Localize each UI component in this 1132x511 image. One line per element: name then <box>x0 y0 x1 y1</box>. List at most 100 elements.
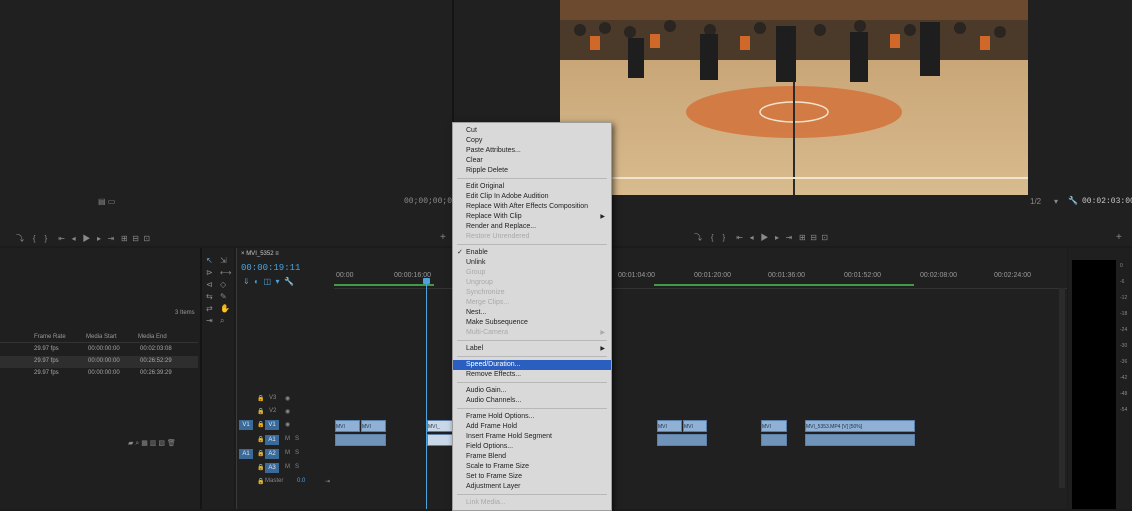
menu-item-label[interactable]: Label ▶ <box>453 344 611 354</box>
menu-item-clear[interactable]: Clear <box>453 156 611 166</box>
track-forward-tool-icon[interactable]: ⇥ <box>206 316 213 325</box>
step-back-icon[interactable]: ◂ <box>750 233 754 242</box>
menu-item-enable[interactable]: ✓ Enable <box>453 248 611 258</box>
menu-item-audio-channels[interactable]: Audio Channels... <box>453 396 611 406</box>
menu-item-render-and-replace[interactable]: Render and Replace... <box>453 222 611 232</box>
menu-item-make-subsequence[interactable]: Make Subsequence <box>453 318 611 328</box>
menu-item-insert-frame-hold-segment[interactable]: Insert Frame Hold Segment <box>453 432 611 442</box>
track-select-tool-icon[interactable]: ⇲ <box>220 256 227 265</box>
mute-icon[interactable]: M <box>285 464 290 470</box>
menu-item-remove-effects[interactable]: Remove Effects... <box>453 370 611 380</box>
menu-item-copy[interactable]: Copy <box>453 136 611 146</box>
trash-icon[interactable]: 🗑 <box>167 440 176 447</box>
new-item-icon[interactable]: ▥ <box>150 440 157 447</box>
lock-icon[interactable]: 🔒 <box>257 408 264 415</box>
menu-item-replace-with-clip[interactable]: Replace With Clip ▶ <box>453 212 611 222</box>
wrench-icon[interactable]: 🔧 <box>1068 196 1078 205</box>
close-icon[interactable]: × <box>241 251 245 257</box>
video-clip[interactable]: MVI_ <box>427 420 455 432</box>
audio-clip[interactable] <box>805 434 915 446</box>
bracket-out-icon[interactable]: } <box>44 234 47 243</box>
menu-item-audio-gain[interactable]: Audio Gain... <box>453 386 611 396</box>
zoom-tool-icon[interactable]: ⌕ <box>220 316 224 326</box>
export-frame-icon[interactable]: ⊡ <box>143 234 150 243</box>
menu-item-edit-original[interactable]: Edit Original <box>453 182 611 192</box>
rate-stretch-tool-icon[interactable]: ⊲ <box>206 280 213 289</box>
mark-in-icon[interactable]: ⤵ <box>694 233 702 242</box>
eye-icon[interactable]: ◉ <box>285 395 290 402</box>
go-to-in-icon[interactable]: ⇤ <box>736 233 743 242</box>
chevron-down-icon[interactable]: ▾ <box>1054 197 1058 206</box>
menu-item-frame-hold-options[interactable]: Frame Hold Options... <box>453 412 611 422</box>
selection-tool-icon[interactable]: ↖ <box>206 256 213 265</box>
ripple-edit-tool-icon[interactable]: ⊳ <box>206 268 213 277</box>
extract-icon[interactable]: ⊟ <box>810 233 817 242</box>
table-row[interactable]: 29.97 fps 00:00:00:00 00:26:39:29 <box>0 368 198 380</box>
menu-item-adjustment-layer[interactable]: Adjustment Layer <box>453 482 611 492</box>
rolling-edit-tool-icon[interactable]: ⟷ <box>220 268 231 277</box>
timeline-tab[interactable]: × MVI_5352 ≡ <box>241 251 279 257</box>
track-target-v1[interactable]: V1 <box>265 420 279 430</box>
solo-icon[interactable]: S <box>295 464 299 470</box>
menu-item-ripple-delete[interactable]: Ripple Delete <box>453 166 611 176</box>
export-frame-icon[interactable]: ⊡ <box>821 233 828 242</box>
lock-icon[interactable]: 🔒 <box>257 450 264 457</box>
lift-icon[interactable]: ⊞ <box>799 233 806 242</box>
slip-tool-icon[interactable]: ⇆ <box>206 292 213 301</box>
go-to-out-icon[interactable]: ⇥ <box>786 233 793 242</box>
go-to-out-icon[interactable]: ⇥ <box>108 234 115 243</box>
master-volume[interactable]: 0.0 <box>297 478 305 484</box>
master-end-icon[interactable]: ⇥ <box>325 478 330 485</box>
menu-item-edit-clip-in-adobe-audition[interactable]: Edit Clip In Adobe Audition <box>453 192 611 202</box>
new-bin-icon[interactable]: ▰ <box>128 440 133 447</box>
find-icon[interactable]: ⌕ <box>135 440 139 447</box>
hand-tool-icon[interactable]: ✋ <box>220 304 230 313</box>
timeline-settings-icon[interactable]: 🔧 <box>284 277 294 286</box>
step-forward-icon[interactable]: ▸ <box>775 233 779 242</box>
video-clip[interactable]: MVI_5353.MP4 [V] [50%] <box>805 420 915 432</box>
play-icon[interactable]: ▶ <box>760 233 768 242</box>
table-row[interactable]: 29.97 fps 00:00:00:00 00:26:52:29 <box>0 356 198 368</box>
menu-item-set-to-frame-size[interactable]: Set to Frame Size <box>453 472 611 482</box>
timeline-vertical-scrollbar[interactable] <box>1059 288 1065 488</box>
video-clip[interactable]: MVI <box>683 420 707 432</box>
step-forward-icon[interactable]: ▸ <box>97 234 101 243</box>
audio-clip[interactable] <box>761 434 787 446</box>
bracket-out-icon[interactable]: } <box>722 233 725 242</box>
menu-item-cut[interactable]: Cut <box>453 126 611 136</box>
column-frame-rate[interactable]: Frame Rate <box>34 334 66 340</box>
track-target-a3[interactable]: A3 <box>265 463 279 473</box>
menu-item-scale-to-frame-size[interactable]: Scale to Frame Size <box>453 462 611 472</box>
eye-icon[interactable]: ◉ <box>285 408 290 415</box>
zoom-select[interactable]: 1/2 <box>1030 197 1041 206</box>
source-add-button-icon[interactable]: + <box>440 232 446 243</box>
audio-clip[interactable] <box>657 434 707 446</box>
solo-icon[interactable]: S <box>295 450 299 456</box>
play-icon[interactable]: ▶ <box>82 234 90 243</box>
menu-item-field-options[interactable]: Field Options... <box>453 442 611 452</box>
lock-icon[interactable]: 🔒 <box>257 421 264 428</box>
video-clip[interactable]: MVI <box>335 420 360 432</box>
go-to-in-icon[interactable]: ⇤ <box>58 234 65 243</box>
program-add-button-icon[interactable]: + <box>1116 232 1122 243</box>
track-target-a2[interactable]: A2 <box>265 449 279 459</box>
video-clip[interactable]: MVI <box>657 420 682 432</box>
step-back-icon[interactable]: ◂ <box>72 234 76 243</box>
video-clip[interactable]: MVI <box>761 420 787 432</box>
audio-clip[interactable] <box>335 434 386 446</box>
menu-item-speed-duration[interactable]: Speed/Duration... <box>453 360 611 370</box>
solo-icon[interactable]: S <box>295 436 299 442</box>
pen-tool-icon[interactable]: ✎ <box>220 292 227 301</box>
marker-icon[interactable]: ▾ <box>275 277 279 286</box>
audio-clip[interactable] <box>427 434 455 446</box>
menu-item-replace-with-after-effects-composition[interactable]: Replace With After Effects Composition <box>453 202 611 212</box>
track-target-a1[interactable]: A1 <box>265 435 279 445</box>
mark-in-icon[interactable]: ⤵ <box>16 234 24 243</box>
menu-item-add-frame-hold[interactable]: Add Frame Hold <box>453 422 611 432</box>
video-clip[interactable]: MVI <box>361 420 386 432</box>
menu-item-nest[interactable]: Nest... <box>453 308 611 318</box>
source-patch-a1[interactable]: A1 <box>239 449 253 459</box>
mute-icon[interactable]: M <box>285 450 290 456</box>
timeline-ruler[interactable]: 00:00 00:00:16:00 00:01:04:00 00:01:20:0… <box>334 266 1067 289</box>
clear-icon[interactable]: ▧ <box>158 440 165 447</box>
